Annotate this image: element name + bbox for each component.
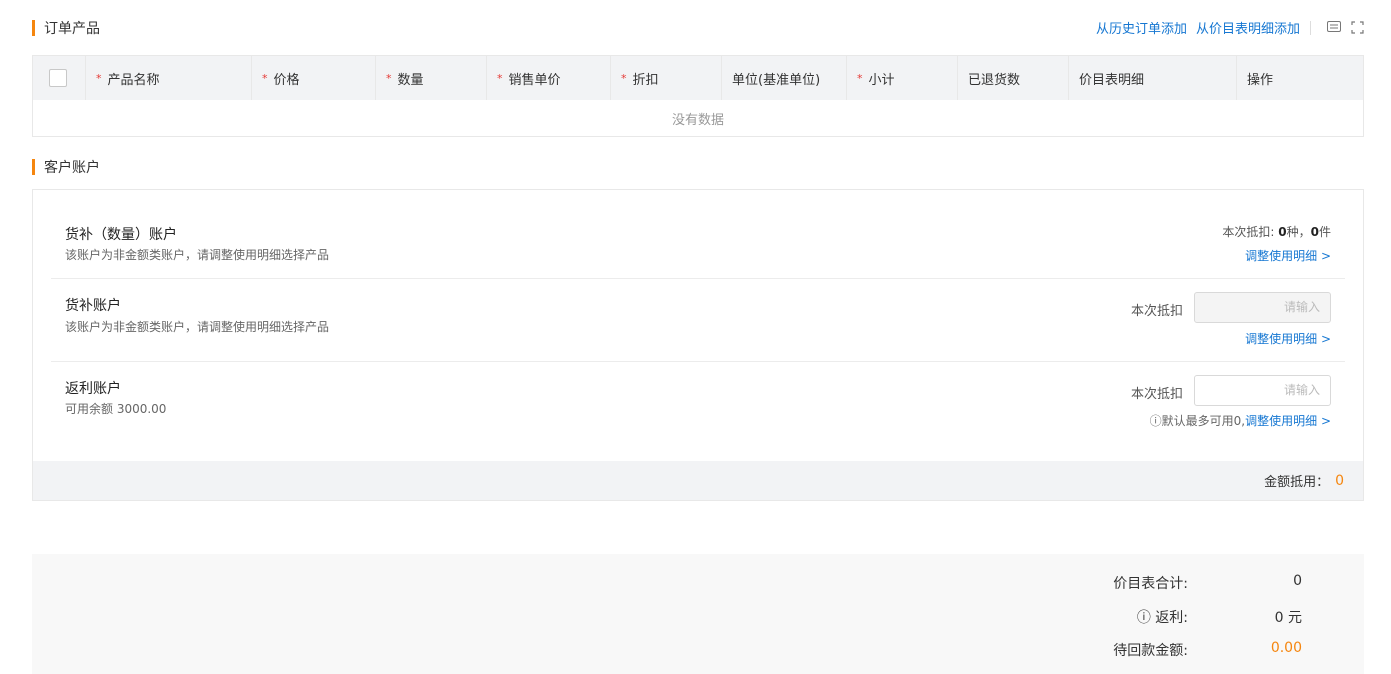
section-accent-bar	[32, 20, 35, 36]
column-header: * 产品名称	[86, 56, 252, 100]
pieces-unit: 件	[1318, 225, 1331, 239]
column-label: 产品名称	[107, 72, 160, 88]
account-description: 该账户为非金额类账户，请调整使用明细选择产品	[65, 320, 330, 334]
column-label: 价目表明细	[1079, 72, 1145, 88]
deduction-label: 本次抵扣:	[1222, 225, 1275, 239]
order-section-title: 订单产品	[32, 19, 100, 37]
customer-accounts-panel: 货补（数量）账户 该账户为非金额类账户，请调整使用明细选择产品 本次抵扣: 0种…	[32, 189, 1364, 501]
deduction-footer: 金额抵用： 0	[33, 461, 1363, 500]
pending-amount-label: 待回款金额:	[1113, 643, 1188, 659]
adjust-usage-link[interactable]: 调整使用明细 >	[1245, 247, 1331, 264]
column-label: 已退货数	[968, 72, 1021, 88]
column-header: 已退货数	[958, 56, 1069, 100]
account-name: 货补账户	[65, 298, 121, 314]
toolbar-divider	[1310, 20, 1311, 35]
column-header: 操作	[1237, 56, 1363, 100]
required-mark: *	[96, 71, 102, 85]
account-name: 货补（数量）账户	[65, 227, 177, 243]
deduction-label: 本次抵扣	[1130, 304, 1183, 319]
account-row-goods: 货补账户 该账户为非金额类账户，请调整使用明细选择产品 本次抵扣 请输入 调整使…	[51, 279, 1345, 361]
required-mark: *	[497, 71, 503, 85]
price-total-value: 0	[1293, 573, 1302, 589]
column-label: 小计	[868, 72, 895, 88]
column-header: 价目表明细	[1069, 56, 1237, 100]
price-total-label: 价目表合计:	[1113, 576, 1188, 592]
deduction-summary: 本次抵扣: 0种，0件	[1222, 223, 1331, 240]
column-label: 单位(基准单位)	[732, 72, 821, 88]
column-label: 数量	[397, 72, 424, 88]
rebate-deduction-input[interactable]: 请输入	[1194, 375, 1331, 406]
column-header: * 小计	[847, 56, 958, 100]
order-summary: 价目表合计: 0 ⓘ 返利: 0 元 待回款金额: 0.00	[32, 554, 1364, 674]
deduction-kinds: 0	[1278, 225, 1287, 239]
add-from-history-link[interactable]: 从历史订单添加	[1096, 18, 1187, 37]
deduction-input-disabled: 请输入	[1194, 292, 1331, 323]
order-products-table: * 产品名称 * 价格 * 数量 * 销售单价 * 折扣 单位(基准单位) * 小计 已退货…	[32, 55, 1364, 137]
account-row-goods-qty: 货补（数量）账户 该账户为非金额类账户，请调整使用明细选择产品 本次抵扣: 0种…	[51, 190, 1345, 278]
column-label: 价格	[273, 72, 300, 88]
account-row-rebate: 返利账户 可用余额 3000.00 本次抵扣 请输入 ⓘ默认最多可用0,调整使用…	[51, 362, 1345, 460]
select-all-checkbox[interactable]	[49, 69, 67, 87]
hint-text: ⓘ默认最多可用0,	[1149, 414, 1246, 428]
required-mark: *	[262, 71, 268, 85]
select-all-column	[33, 56, 86, 100]
rebate-value: 0 元	[1274, 610, 1302, 626]
kinds-unit: 种，	[1286, 225, 1311, 239]
required-mark: *	[386, 71, 392, 85]
amount-deduction-value: 0	[1335, 472, 1344, 489]
section-accent-bar	[32, 159, 35, 175]
table-empty-state: 没有数据	[671, 112, 724, 128]
rebate-hint: ⓘ默认最多可用0,调整使用明细 >	[1150, 412, 1331, 429]
deduction-pieces: 0	[1310, 225, 1319, 239]
table-toolbar: 从历史订单添加 从价目表明细添加	[1087, 18, 1364, 37]
summary-row-price-total: 价目表合计: 0	[32, 573, 1364, 595]
account-balance: 可用余额 3000.00	[65, 402, 167, 416]
column-label: 销售单价	[508, 72, 561, 88]
required-mark: *	[621, 71, 627, 85]
column-label: 操作	[1247, 72, 1274, 88]
summary-row-pending: 待回款金额: 0.00	[32, 640, 1364, 662]
account-description: 该账户为非金额类账户，请调整使用明细选择产品	[65, 248, 330, 262]
rebate-label: ⓘ 返利:	[1136, 610, 1188, 626]
amount-deduction-label: 金额抵用：	[1264, 475, 1330, 490]
table-header: * 产品名称 * 价格 * 数量 * 销售单价 * 折扣 单位(基准单位) * 小计 已退货…	[33, 56, 1363, 100]
column-label: 折扣	[632, 72, 659, 88]
column-header: 单位(基准单位)	[722, 56, 847, 100]
summary-row-rebate: ⓘ 返利: 0 元	[32, 607, 1364, 629]
order-section-label: 订单产品	[44, 21, 100, 37]
column-header: * 销售单价	[487, 56, 611, 100]
column-header: * 数量	[376, 56, 487, 100]
deduction-label: 本次抵扣	[1130, 387, 1183, 402]
adjust-usage-link[interactable]: 调整使用明细 >	[1245, 330, 1331, 347]
column-header: * 价格	[252, 56, 376, 100]
column-header: * 折扣	[611, 56, 722, 100]
adjust-usage-link[interactable]: 调整使用明细 >	[1245, 414, 1331, 428]
fullscreen-icon[interactable]	[1351, 21, 1364, 34]
account-section-label: 客户账户	[44, 160, 100, 176]
table-settings-icon[interactable]	[1327, 21, 1341, 34]
account-name: 返利账户	[65, 381, 121, 397]
pending-amount-value: 0.00	[1270, 640, 1302, 656]
required-mark: *	[857, 71, 863, 85]
add-from-price-list-link[interactable]: 从价目表明细添加	[1196, 18, 1300, 37]
account-section-title: 客户账户	[32, 158, 100, 176]
